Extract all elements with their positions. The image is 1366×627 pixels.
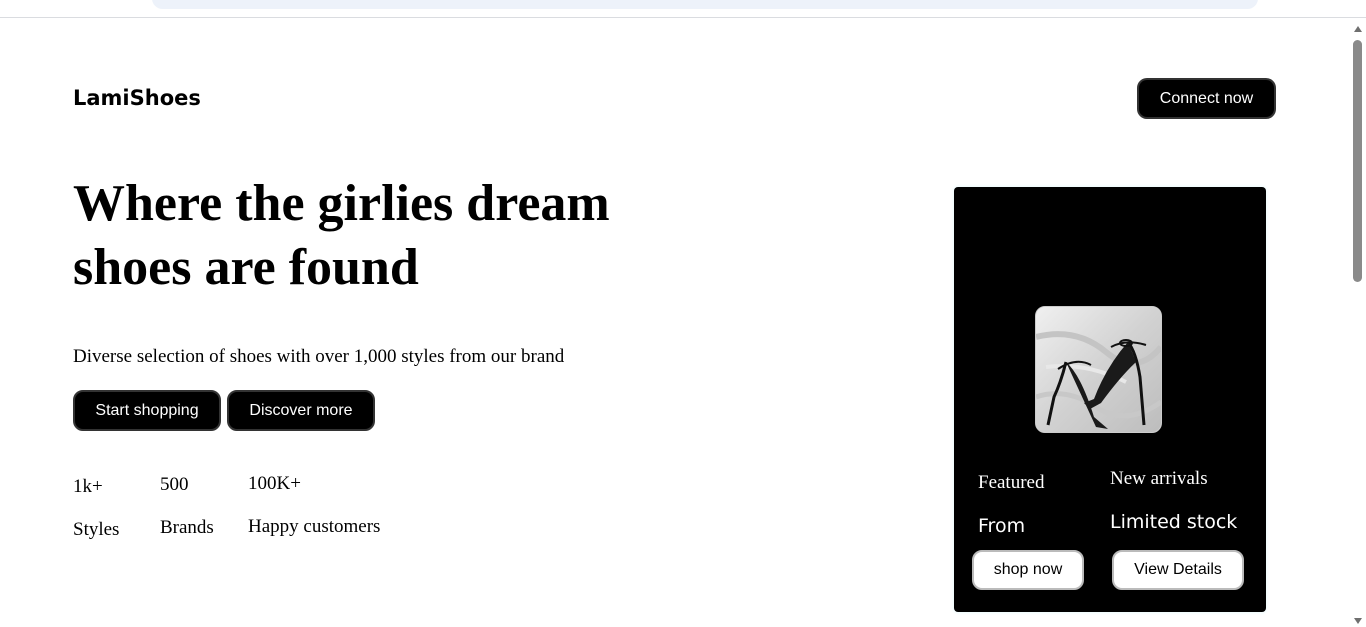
stat-styles-label: Styles xyxy=(73,519,120,540)
new-arrivals-label: New arrivals xyxy=(1110,468,1208,489)
featured-label: Featured xyxy=(978,472,1045,493)
high-heel-shoes-image xyxy=(1035,306,1162,433)
scroll-down-arrow-icon[interactable] xyxy=(1354,618,1362,624)
vertical-scrollbar[interactable] xyxy=(1350,18,1366,627)
view-details-button[interactable]: View Details xyxy=(1112,550,1244,590)
connect-now-button[interactable]: Connect now xyxy=(1137,78,1276,119)
stat-customers-value: 100K+ xyxy=(248,473,301,494)
start-shopping-button[interactable]: Start shopping xyxy=(73,390,221,431)
limited-stock-label: Limited stock xyxy=(1110,511,1238,533)
stat-brands-label: Brands xyxy=(160,517,214,538)
scrollbar-thumb[interactable] xyxy=(1353,40,1362,282)
browser-toolbar xyxy=(0,0,1366,18)
hero-description: Diverse selection of shoes with over 1,0… xyxy=(73,346,565,367)
discover-more-button[interactable]: Discover more xyxy=(227,390,375,431)
featured-product-card: Featured From New arrivals Limited stock… xyxy=(954,187,1266,612)
scroll-up-arrow-icon[interactable] xyxy=(1354,26,1362,32)
shop-now-button[interactable]: shop now xyxy=(972,550,1084,590)
address-bar[interactable] xyxy=(152,0,1258,9)
stat-styles-value: 1k+ xyxy=(73,476,103,497)
from-label: From xyxy=(978,515,1026,537)
brand-logo: LamiShoes xyxy=(73,86,201,110)
stat-customers-label: Happy customers xyxy=(248,516,381,537)
stat-brands-value: 500 xyxy=(160,474,189,495)
hero-title: Where the girlies dream shoes are found xyxy=(73,175,610,296)
